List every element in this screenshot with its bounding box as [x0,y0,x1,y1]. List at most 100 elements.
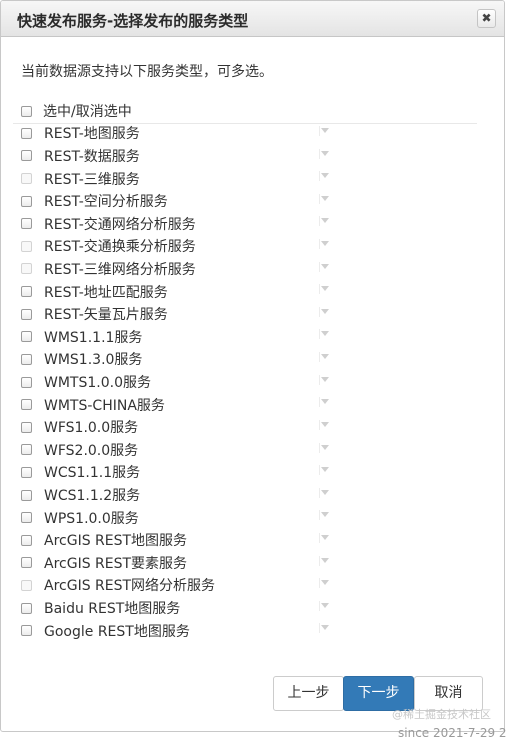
service-checkbox[interactable] [21,489,32,501]
service-item: REST-三维服务 [21,167,341,190]
service-label: ArcGIS REST要素服务 [44,555,188,572]
service-label: REST-数据服务 [44,148,140,165]
service-item[interactable]: REST-交通网络分析服务 [21,212,341,235]
service-label: WFS1.0.0服务 [44,420,139,437]
dropdown-separator [319,465,320,476]
service-label: REST-三维服务 [44,171,140,188]
service-item[interactable]: REST-数据服务 [21,145,341,168]
service-item[interactable]: WPS1.0.0服务 [21,506,341,529]
chevron-down-icon[interactable] [321,195,329,201]
service-checkbox[interactable] [21,602,32,614]
service-label: REST-交通换乘分析服务 [44,239,196,256]
service-item[interactable]: WFS2.0.0服务 [21,439,341,462]
service-checkbox[interactable] [21,286,32,298]
service-label: REST-交通网络分析服务 [44,216,196,233]
chevron-down-icon[interactable] [321,489,329,495]
dialog-description: 当前数据源支持以下服务类型，可多选。 [21,64,273,80]
chevron-down-icon[interactable] [321,467,329,473]
previous-step-button[interactable]: 上一步 [273,676,344,711]
chevron-down-icon[interactable] [321,150,329,156]
service-label: REST-空间分析服务 [44,194,168,211]
service-item[interactable]: ArcGIS REST要素服务 [21,552,341,575]
dialog-titlebar[interactable]: 快速发布服务-选择发布的服务类型 ✖ [1,1,504,37]
service-label: REST-地址匹配服务 [44,284,168,301]
service-checkbox[interactable] [21,557,32,569]
chevron-down-icon[interactable] [321,331,329,337]
service-item[interactable]: ArcGIS REST地图服务 [21,529,341,552]
chevron-down-icon[interactable] [321,376,329,382]
chevron-down-icon[interactable] [321,602,329,608]
chevron-down-icon[interactable] [321,354,329,360]
chevron-down-icon[interactable] [321,128,329,133]
dropdown-separator [319,397,320,408]
service-label: WMS1.3.0服务 [44,352,143,369]
chevron-down-icon[interactable] [321,308,329,314]
dropdown-separator [319,374,320,385]
service-item[interactable]: WMS1.3.0服务 [21,348,341,371]
service-checkbox[interactable] [21,512,32,524]
service-checkbox[interactable] [21,466,32,478]
service-item: ArcGIS REST网络分析服务 [21,574,341,597]
service-item[interactable]: REST-地址匹配服务 [21,280,341,303]
service-label: ArcGIS REST网络分析服务 [44,578,216,595]
select-all-label[interactable]: 选中/取消选中 [43,101,132,121]
service-checkbox[interactable] [21,218,32,230]
dropdown-separator [319,239,320,250]
service-checkbox[interactable] [21,127,32,139]
select-all-checkbox[interactable] [21,105,32,117]
select-all-row[interactable]: 选中/取消选中 [21,101,132,121]
chevron-down-icon[interactable] [321,557,329,563]
chevron-down-icon[interactable] [321,173,329,179]
service-label: Google REST地图服务 [44,623,190,640]
service-item[interactable]: WMTS-CHINA服务 [21,393,341,416]
chevron-down-icon[interactable] [321,421,329,427]
service-item[interactable]: REST-空间分析服务 [21,190,341,213]
service-label: Baidu REST地图服务 [44,601,181,618]
dropdown-separator [319,329,320,340]
service-checkbox[interactable] [21,150,32,162]
service-checkbox[interactable] [21,444,32,456]
service-item[interactable]: WMTS1.0.0服务 [21,371,341,394]
service-label: WCS1.1.1服务 [44,465,141,482]
dropdown-separator [319,578,320,589]
chevron-down-icon[interactable] [321,444,329,450]
service-item[interactable]: Google REST地图服务 [21,619,341,642]
service-checkbox[interactable] [21,421,32,433]
service-checkbox[interactable] [21,353,32,365]
service-checkbox [21,240,32,252]
service-checkbox[interactable] [21,376,32,388]
dropdown-separator [319,442,320,453]
service-checkbox[interactable] [21,399,32,411]
chevron-down-icon[interactable] [321,580,329,586]
service-checkbox[interactable] [21,195,32,207]
service-label: REST-矢量瓦片服务 [44,307,168,324]
dialog-title: 快速发布服务-选择发布的服务类型 [17,12,249,30]
dropdown-separator [319,487,320,498]
chevron-down-icon[interactable] [321,286,329,292]
service-item[interactable]: Baidu REST地图服务 [21,597,341,620]
chevron-down-icon[interactable] [321,512,329,518]
service-item[interactable]: REST-矢量瓦片服务 [21,303,341,326]
service-checkbox [21,263,32,275]
service-checkbox[interactable] [21,308,32,320]
close-icon[interactable]: ✖ [477,9,496,28]
chevron-down-icon[interactable] [321,263,329,269]
chevron-down-icon[interactable] [321,534,329,540]
service-label: REST-三维网络分析服务 [44,261,196,278]
chevron-down-icon[interactable] [321,241,329,247]
service-item[interactable]: WFS1.0.0服务 [21,416,341,439]
service-label: WMTS1.0.0服务 [44,375,151,391]
service-checkbox[interactable] [21,534,32,546]
service-label: ArcGIS REST地图服务 [44,533,188,550]
service-item[interactable]: WCS1.1.2服务 [21,484,341,507]
service-checkbox[interactable] [21,625,32,637]
chevron-down-icon[interactable] [321,399,329,405]
service-label: REST-地图服务 [44,126,140,143]
service-checkbox[interactable] [21,331,32,343]
chevron-down-icon[interactable] [321,218,329,224]
service-item[interactable]: REST-地图服务 [21,122,341,145]
service-item[interactable]: WCS1.1.1服务 [21,461,341,484]
service-item[interactable]: WMS1.1.1服务 [21,325,341,348]
chevron-down-icon[interactable] [321,625,329,631]
dropdown-separator [319,306,320,317]
